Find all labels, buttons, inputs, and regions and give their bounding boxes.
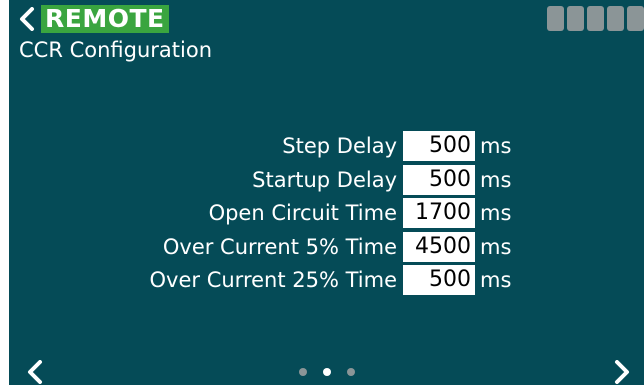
- page-title: CCR Configuration: [19, 38, 213, 62]
- open-circuit-time-unit: ms: [480, 201, 512, 225]
- status-block: [587, 6, 604, 31]
- open-circuit-time-input[interactable]: 1700: [403, 198, 475, 228]
- back-chevron-icon[interactable]: [17, 7, 37, 31]
- over-current-25-time-row: Over Current 25% Time 500 ms: [9, 265, 644, 295]
- open-circuit-time-row: Open Circuit Time 1700 ms: [9, 198, 644, 228]
- page-dot[interactable]: [299, 368, 307, 376]
- step-delay-row: Step Delay 500 ms: [9, 131, 644, 161]
- over-current-5-time-row: Over Current 5% Time 4500 ms: [9, 232, 644, 262]
- next-page-chevron-icon[interactable]: [612, 360, 632, 384]
- over-current-25-time-label: Over Current 25% Time: [149, 268, 397, 292]
- status-block: [567, 6, 584, 31]
- startup-delay-input[interactable]: 500: [403, 165, 475, 195]
- over-current-5-time-label: Over Current 5% Time: [162, 235, 397, 259]
- page-indicator: [299, 368, 355, 376]
- step-delay-label: Step Delay: [282, 134, 397, 158]
- status-block: [627, 6, 644, 31]
- startup-delay-row: Startup Delay 500 ms: [9, 165, 644, 195]
- open-circuit-time-label: Open Circuit Time: [208, 201, 397, 225]
- over-current-5-time-unit: ms: [480, 235, 512, 259]
- over-current-25-time-unit: ms: [480, 268, 512, 292]
- page-dot-active[interactable]: [323, 368, 331, 376]
- over-current-25-time-input[interactable]: 500: [403, 265, 475, 295]
- page-dot[interactable]: [347, 368, 355, 376]
- status-block: [607, 6, 624, 31]
- over-current-5-time-input[interactable]: 4500: [403, 232, 475, 262]
- ccr-configuration-screen: REMOTE CCR Configuration Step Delay 500 …: [9, 0, 644, 385]
- status-indicator: [547, 6, 644, 31]
- startup-delay-unit: ms: [480, 168, 512, 192]
- previous-page-chevron-icon[interactable]: [25, 360, 45, 384]
- step-delay-unit: ms: [480, 134, 512, 158]
- status-block: [547, 6, 564, 31]
- startup-delay-label: Startup Delay: [252, 168, 397, 192]
- remote-mode-badge: REMOTE: [41, 5, 169, 33]
- step-delay-input[interactable]: 500: [403, 131, 475, 161]
